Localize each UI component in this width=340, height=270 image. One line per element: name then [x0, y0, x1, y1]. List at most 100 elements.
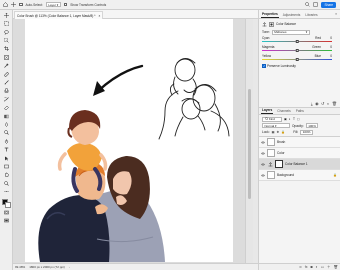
- scrollbar-thumb[interactable]: [248, 89, 251, 199]
- move-tool[interactable]: [3, 12, 10, 19]
- background-color-swatch[interactable]: [4, 201, 11, 208]
- share-button[interactable]: Share: [321, 2, 336, 8]
- blend-mode-dropdown[interactable]: Normal ▾: [262, 123, 290, 128]
- screen-mode-tool[interactable]: [3, 218, 10, 225]
- slider-knob[interactable]: [295, 39, 299, 43]
- add-mask-icon[interactable]: ◙: [310, 265, 312, 269]
- filter-shape-icon[interactable]: ▢: [297, 117, 300, 121]
- filter-type-icon[interactable]: T: [293, 117, 295, 121]
- color-swatches[interactable]: [1, 198, 11, 208]
- clip-to-layer-icon[interactable]: ⤓: [311, 101, 313, 106]
- eye-icon[interactable]: [261, 162, 265, 166]
- object-select-tool[interactable]: [3, 37, 10, 44]
- pen-tool[interactable]: [3, 138, 10, 145]
- zoom-tool[interactable]: [3, 180, 10, 187]
- lock-position-icon[interactable]: ✥: [277, 130, 280, 134]
- document-tab[interactable]: Color Brush @ 113% (Color Balance 1, Lay…: [14, 11, 104, 19]
- clone-stamp-tool[interactable]: [3, 88, 10, 95]
- lock-all-icon[interactable]: 🔒: [281, 130, 285, 134]
- history-brush-tool[interactable]: [3, 96, 10, 103]
- quick-mask-icon: [3, 210, 9, 215]
- eye-icon[interactable]: [261, 151, 265, 155]
- filter-adjustment-icon[interactable]: ◐: [289, 117, 291, 121]
- slider-knob[interactable]: [295, 57, 299, 61]
- slider-right-label: Red: [315, 35, 321, 40]
- gradient-tool[interactable]: [3, 113, 10, 120]
- lasso-tool[interactable]: [3, 29, 10, 36]
- mask-icon[interactable]: [269, 21, 274, 27]
- auto-select-checkbox[interactable]: [19, 2, 23, 7]
- more-tools[interactable]: [3, 188, 10, 195]
- cyan-red-slider[interactable]: Cyan Red 0: [262, 36, 337, 45]
- search-icon[interactable]: [305, 2, 310, 8]
- preserve-luminosity-row[interactable]: ✓ Preserve Luminosity: [262, 64, 337, 68]
- layer-brush[interactable]: Brush: [259, 137, 340, 148]
- move-tool-icon[interactable]: [11, 2, 16, 7]
- tab-paths[interactable]: Paths: [295, 109, 305, 115]
- new-adjustment-icon[interactable]: ◐: [316, 265, 318, 269]
- workspace-icon[interactable]: [313, 2, 318, 8]
- frame-tool[interactable]: [3, 54, 10, 61]
- marquee-tool[interactable]: [3, 20, 10, 27]
- healing-brush-tool[interactable]: [3, 71, 10, 78]
- close-tab-icon[interactable]: ×: [98, 14, 100, 18]
- status-menu-arrow-icon[interactable]: ›: [69, 265, 70, 269]
- eye-icon[interactable]: [261, 173, 265, 177]
- layer-kind-filter[interactable]: Kind: [262, 116, 282, 122]
- reset-icon[interactable]: ↺: [321, 101, 324, 106]
- layer-background[interactable]: Background 🔒: [259, 170, 340, 181]
- home-icon[interactable]: [3, 2, 8, 7]
- quick-mask-tool[interactable]: [3, 209, 10, 216]
- lock-pixels-icon[interactable]: ▦: [272, 130, 275, 134]
- eye-icon[interactable]: [261, 140, 265, 144]
- opacity-input[interactable]: 100%: [305, 123, 319, 128]
- tab-channels[interactable]: Channels: [276, 109, 291, 115]
- slider-value[interactable]: 0: [330, 45, 332, 49]
- yellow-blue-slider[interactable]: Yellow Blue 0: [262, 54, 337, 63]
- shape-tool[interactable]: [3, 163, 10, 170]
- panel-menu-icon[interactable]: ≡: [335, 12, 337, 16]
- dodge-icon: [3, 130, 9, 136]
- slider-knob[interactable]: [295, 48, 299, 52]
- layer-mask-thumbnail[interactable]: [275, 160, 283, 168]
- canvas-vertical-scrollbar[interactable]: [245, 19, 253, 263]
- color-balance-icon: [262, 21, 267, 26]
- document-canvas[interactable]: [25, 19, 233, 262]
- visibility-icon[interactable]: ◐: [327, 101, 329, 106]
- eyedropper-tool[interactable]: [3, 62, 10, 69]
- link-layers-icon[interactable]: ∞: [299, 265, 302, 269]
- brush-tool[interactable]: [3, 79, 10, 86]
- preserve-luminosity-checkbox[interactable]: ✓: [262, 64, 266, 68]
- tone-dropdown[interactable]: Midtones ▾: [271, 29, 310, 35]
- delete-icon[interactable]: 🗑: [332, 101, 337, 106]
- type-tool[interactable]: [3, 146, 10, 153]
- hand-tool[interactable]: [3, 171, 10, 178]
- eraser-tool[interactable]: [3, 104, 10, 111]
- tab-libraries[interactable]: Libraries: [304, 13, 318, 19]
- options-bar: Auto-Select: Layer ▾ Show Transform Cont…: [0, 0, 340, 10]
- tab-properties[interactable]: Properties: [261, 12, 279, 18]
- layer-color[interactable]: Color: [259, 148, 340, 159]
- slider-value[interactable]: 0: [330, 54, 332, 58]
- brush-icon: [4, 80, 9, 85]
- slider-value[interactable]: 0: [330, 36, 332, 40]
- view-previous-icon[interactable]: ◉: [315, 101, 319, 106]
- fill-input[interactable]: 100%: [300, 129, 313, 135]
- blur-tool[interactable]: [3, 121, 10, 128]
- layer-color-balance[interactable]: Color Balance 1: [259, 159, 340, 170]
- dodge-tool[interactable]: [3, 129, 10, 136]
- filter-pixel-icon[interactable]: ▣: [284, 117, 287, 121]
- path-selection-tool[interactable]: [3, 155, 10, 162]
- layer-style-icon[interactable]: fx: [305, 265, 308, 269]
- auto-select-target-dropdown[interactable]: Layer ▾: [45, 2, 61, 7]
- delete-layer-icon[interactable]: 🗑: [334, 265, 338, 269]
- magenta-green-slider[interactable]: Magenta Green 0: [262, 45, 337, 54]
- history-brush-icon: [3, 96, 9, 102]
- zoom-level[interactable]: 99.48%: [15, 265, 25, 269]
- new-layer-icon[interactable]: ＋: [327, 265, 331, 270]
- new-group-icon[interactable]: ▭: [321, 265, 324, 269]
- tab-layers[interactable]: Layers: [261, 108, 274, 114]
- transform-controls-checkbox[interactable]: [63, 2, 68, 7]
- tab-adjustments[interactable]: Adjustments: [282, 13, 302, 19]
- crop-tool[interactable]: [3, 46, 10, 53]
